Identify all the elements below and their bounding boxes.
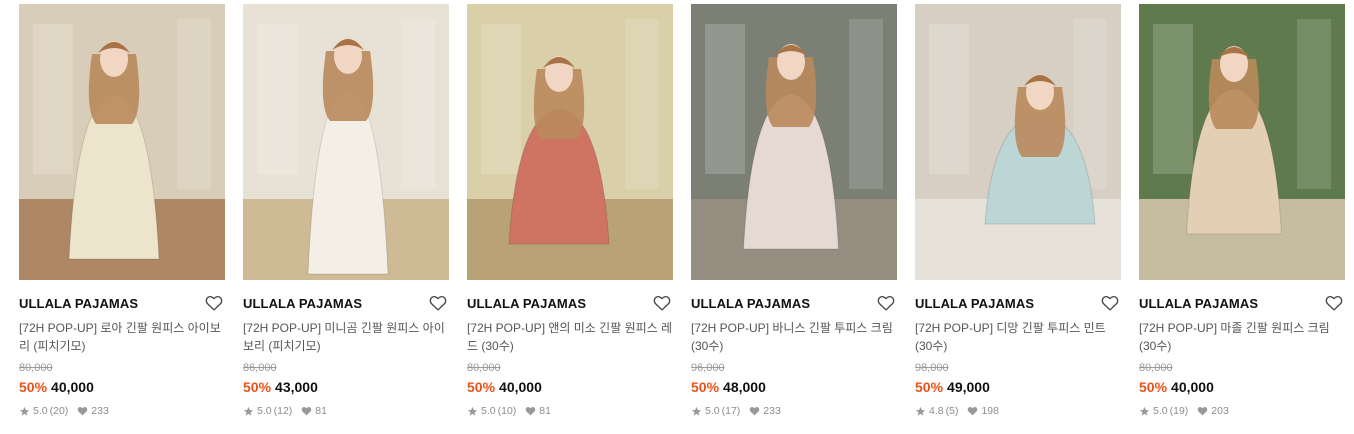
rating-value: 5.0 (33, 405, 48, 417)
product-card[interactable]: ULLALA PAJAMAS [72H POP-UP] 마졸 긴팔 원피스 크림… (1139, 4, 1345, 418)
star-icon (19, 406, 33, 417)
review-count: (19) (1169, 405, 1189, 417)
star-icon (691, 406, 705, 417)
sale-price: 48,000 (723, 379, 766, 395)
review-count: (17) (721, 405, 741, 417)
product-meta: 5.0 (20) 233 (19, 404, 225, 418)
product-card[interactable]: ULLALA PAJAMAS [72H POP-UP] 바니스 긴팔 투피스 크… (691, 4, 897, 418)
wishlist-heart-icon[interactable] (429, 295, 447, 311)
brand-row: ULLALA PAJAMAS (915, 295, 1121, 311)
likes-count: 81 (315, 405, 327, 417)
product-meta: 5.0 (19) 203 (1139, 404, 1345, 418)
product-card[interactable]: ULLALA PAJAMAS [72H POP-UP] 디망 긴팔 투피스 민트… (915, 4, 1121, 418)
star-icon (915, 406, 929, 417)
brand-name[interactable]: ULLALA PAJAMAS (19, 296, 138, 311)
wishlist-heart-icon[interactable] (205, 295, 223, 311)
product-image[interactable] (19, 4, 225, 280)
brand-row: ULLALA PAJAMAS (19, 295, 225, 311)
brand-name[interactable]: ULLALA PAJAMAS (691, 296, 810, 311)
sale-price: 43,000 (275, 379, 318, 395)
product-meta: 5.0 (12) 81 (243, 404, 449, 418)
likes-heart-icon (525, 406, 539, 416)
review-count: (20) (49, 405, 69, 417)
price-row: 50% 43,000 (243, 378, 449, 396)
price-row: 50% 49,000 (915, 378, 1121, 396)
review-count: (5) (945, 405, 959, 417)
sale-price: 40,000 (51, 379, 94, 395)
rating-value: 4.8 (929, 405, 944, 417)
brand-name[interactable]: ULLALA PAJAMAS (243, 296, 362, 311)
wishlist-heart-icon[interactable] (1325, 295, 1343, 311)
product-image[interactable] (915, 4, 1121, 280)
wishlist-heart-icon[interactable] (653, 295, 671, 311)
rating-value: 5.0 (1153, 405, 1168, 417)
rating-value: 5.0 (481, 405, 496, 417)
rating-value: 5.0 (705, 405, 720, 417)
review-count: (10) (497, 405, 517, 417)
likes-count: 81 (539, 405, 551, 417)
original-price: 86,000 (243, 362, 277, 374)
product-meta: 5.0 (17) 233 (691, 404, 897, 418)
rating-value: 5.0 (257, 405, 272, 417)
star-icon (467, 406, 481, 417)
likes-heart-icon (1197, 406, 1211, 416)
product-title[interactable]: [72H POP-UP] 바니스 긴팔 투피스 크림 (30수) (691, 319, 897, 355)
brand-row: ULLALA PAJAMAS (467, 295, 673, 311)
product-card[interactable]: ULLALA PAJAMAS [72H POP-UP] 로아 긴팔 원피스 아이… (19, 4, 225, 418)
review-count: (12) (273, 405, 293, 417)
discount-rate: 50% (467, 379, 496, 395)
star-icon (1139, 406, 1153, 417)
product-image[interactable] (243, 4, 449, 280)
product-title[interactable]: [72H POP-UP] 디망 긴팔 투피스 민트 (30수) (915, 319, 1121, 355)
wishlist-heart-icon[interactable] (877, 295, 895, 311)
brand-name[interactable]: ULLALA PAJAMAS (467, 296, 586, 311)
product-image[interactable] (467, 4, 673, 280)
product-title[interactable]: [72H POP-UP] 미니곰 긴팔 원피스 아이보리 (피치기모) (243, 319, 449, 355)
brand-row: ULLALA PAJAMAS (243, 295, 449, 311)
brand-name[interactable]: ULLALA PAJAMAS (1139, 296, 1258, 311)
brand-row: ULLALA PAJAMAS (1139, 295, 1345, 311)
likes-heart-icon (77, 406, 91, 416)
discount-rate: 50% (915, 379, 944, 395)
brand-name[interactable]: ULLALA PAJAMAS (915, 296, 1034, 311)
likes-count: 233 (763, 405, 781, 417)
price-row: 50% 40,000 (467, 378, 673, 396)
product-title[interactable]: [72H POP-UP] 로아 긴팔 원피스 아이보리 (피치기모) (19, 319, 225, 355)
sale-price: 40,000 (1171, 379, 1214, 395)
product-meta: 4.8 (5) 198 (915, 404, 1121, 418)
likes-count: 203 (1211, 405, 1229, 417)
product-card[interactable]: ULLALA PAJAMAS [72H POP-UP] 미니곰 긴팔 원피스 아… (243, 4, 449, 418)
discount-rate: 50% (691, 379, 720, 395)
original-price: 98,000 (915, 362, 949, 374)
product-meta: 5.0 (10) 81 (467, 404, 673, 418)
product-image[interactable] (691, 4, 897, 280)
product-grid: ULLALA PAJAMAS [72H POP-UP] 로아 긴팔 원피스 아이… (19, 4, 1345, 418)
original-price: 80,000 (467, 362, 501, 374)
product-title[interactable]: [72H POP-UP] 앤의 미소 긴팔 원피스 레드 (30수) (467, 319, 673, 355)
product-card[interactable]: ULLALA PAJAMAS [72H POP-UP] 앤의 미소 긴팔 원피스… (467, 4, 673, 418)
brand-row: ULLALA PAJAMAS (691, 295, 897, 311)
price-row: 50% 40,000 (19, 378, 225, 396)
likes-heart-icon (749, 406, 763, 416)
original-price: 96,000 (691, 362, 725, 374)
sale-price: 49,000 (947, 379, 990, 395)
price-row: 50% 48,000 (691, 378, 897, 396)
likes-heart-icon (967, 406, 981, 416)
star-icon (243, 406, 257, 417)
likes-count: 198 (981, 405, 999, 417)
price-row: 50% 40,000 (1139, 378, 1345, 396)
wishlist-heart-icon[interactable] (1101, 295, 1119, 311)
product-title[interactable]: [72H POP-UP] 마졸 긴팔 원피스 크림 (30수) (1139, 319, 1345, 355)
product-image[interactable] (1139, 4, 1345, 280)
sale-price: 40,000 (499, 379, 542, 395)
original-price: 80,000 (19, 362, 53, 374)
original-price: 80,000 (1139, 362, 1173, 374)
discount-rate: 50% (1139, 379, 1168, 395)
likes-count: 233 (91, 405, 109, 417)
discount-rate: 50% (19, 379, 48, 395)
likes-heart-icon (301, 406, 315, 416)
discount-rate: 50% (243, 379, 272, 395)
